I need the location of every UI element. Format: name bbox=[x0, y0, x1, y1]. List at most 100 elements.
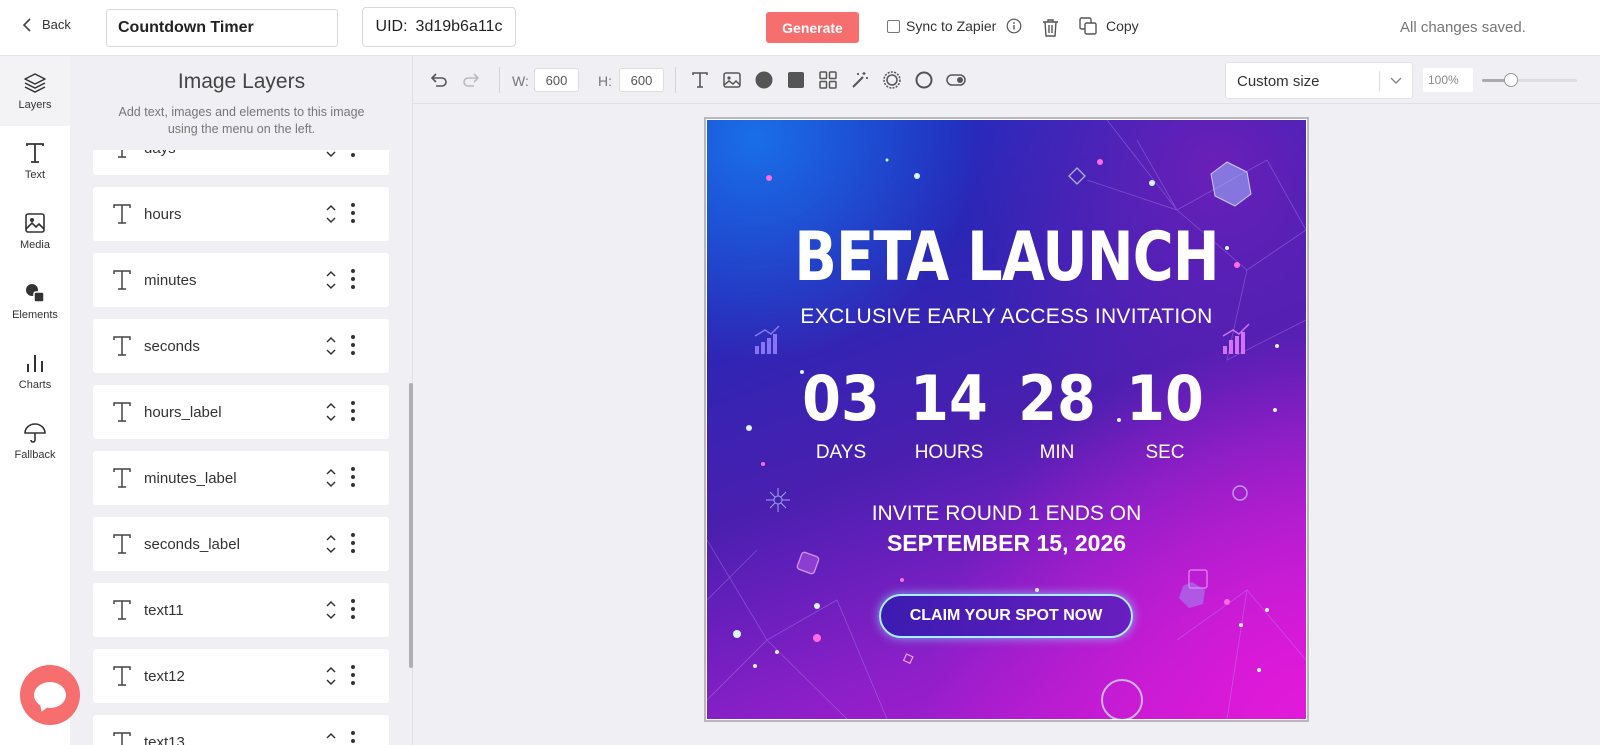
chat-support-button[interactable] bbox=[20, 665, 80, 725]
width-input[interactable]: 600 bbox=[534, 68, 579, 92]
reorder-arrows-icon[interactable] bbox=[325, 202, 337, 226]
countdown-days-value: 03 bbox=[802, 362, 880, 435]
more-options-icon[interactable] bbox=[350, 532, 356, 554]
layer-row[interactable]: seconds_label bbox=[93, 517, 389, 571]
text-icon bbox=[113, 534, 131, 554]
toggle-icon[interactable] bbox=[946, 70, 966, 90]
layer-row[interactable]: minutes_label bbox=[93, 451, 389, 505]
panel-title: Image Layers bbox=[177, 70, 306, 93]
sidebar-item-elements[interactable]: Elements bbox=[0, 266, 70, 336]
layer-name: seconds bbox=[144, 338, 200, 355]
more-options-icon[interactable] bbox=[350, 268, 356, 290]
zoom-slider-track[interactable] bbox=[1482, 79, 1577, 82]
add-circle-icon[interactable] bbox=[754, 70, 774, 90]
tool-sidebar: Layers Text Media Elements Charts Fallba… bbox=[0, 56, 70, 745]
layers-panel: Image Layers Add text, images and elemen… bbox=[70, 56, 413, 745]
text-icon bbox=[26, 143, 44, 163]
layers-scrollbar[interactable] bbox=[409, 383, 413, 668]
add-image-icon[interactable] bbox=[722, 70, 742, 90]
reorder-arrows-icon[interactable] bbox=[325, 400, 337, 424]
bar-chart-icon bbox=[27, 355, 43, 372]
reorder-arrows-icon[interactable] bbox=[325, 664, 337, 688]
uid-label: UID: bbox=[375, 18, 408, 35]
more-options-icon[interactable] bbox=[350, 150, 356, 158]
copy-icon bbox=[1079, 17, 1097, 35]
layer-row[interactable]: text11 bbox=[93, 583, 389, 637]
layer-row[interactable]: seconds bbox=[93, 319, 389, 373]
template-name-input[interactable]: Countdown Timer bbox=[106, 9, 338, 47]
reorder-arrows-icon[interactable] bbox=[325, 150, 337, 160]
sidebar-item-label: Elements bbox=[12, 309, 58, 321]
add-text-icon[interactable] bbox=[690, 70, 710, 90]
chevron-left-icon bbox=[22, 17, 31, 32]
sidebar-item-fallback[interactable]: Fallback bbox=[0, 406, 70, 476]
select-divider bbox=[1379, 71, 1380, 91]
reorder-arrows-icon[interactable] bbox=[325, 532, 337, 556]
more-options-icon[interactable] bbox=[350, 598, 356, 620]
sidebar-item-label: Text bbox=[24, 169, 46, 181]
layer-row[interactable]: hours bbox=[93, 187, 389, 241]
sidebar-item-label: Fallback bbox=[14, 449, 56, 461]
text-icon bbox=[113, 666, 131, 686]
layer-name: text13 bbox=[144, 734, 185, 745]
template-name-value: Countdown Timer bbox=[118, 19, 254, 36]
undo-icon[interactable] bbox=[429, 70, 449, 90]
sidebar-item-charts[interactable]: Charts bbox=[0, 336, 70, 406]
umbrella-icon bbox=[24, 423, 46, 443]
more-options-icon[interactable] bbox=[350, 730, 356, 745]
info-icon[interactable] bbox=[1006, 18, 1022, 34]
layer-row[interactable]: hours_label bbox=[93, 385, 389, 439]
text-icon bbox=[113, 336, 131, 356]
layer-list: days hours minutes seconds hours_label bbox=[93, 150, 389, 745]
reorder-arrows-icon[interactable] bbox=[325, 334, 337, 358]
layer-row[interactable]: minutes bbox=[93, 253, 389, 307]
sidebar-item-layers[interactable]: Layers bbox=[0, 56, 70, 126]
reorder-arrows-icon[interactable] bbox=[325, 730, 337, 745]
more-options-icon[interactable] bbox=[350, 334, 356, 356]
more-options-icon[interactable] bbox=[350, 400, 356, 422]
sidebar-item-text[interactable]: Text bbox=[0, 126, 70, 196]
height-input[interactable]: 600 bbox=[619, 68, 664, 92]
layers-icon bbox=[24, 73, 46, 93]
uid-value: 3d19b6a11c bbox=[415, 18, 503, 35]
save-status: All changes saved. bbox=[1400, 19, 1526, 36]
reorder-arrows-icon[interactable] bbox=[325, 598, 337, 622]
layer-row[interactable]: text13 bbox=[93, 715, 389, 745]
add-grid-icon[interactable] bbox=[818, 70, 838, 90]
sync-label: Sync to Zapier bbox=[906, 18, 997, 34]
trash-icon[interactable] bbox=[1042, 18, 1059, 37]
generate-button[interactable]: Generate bbox=[766, 12, 859, 43]
size-preset-select[interactable]: Custom size bbox=[1225, 62, 1413, 99]
magic-wand-icon[interactable] bbox=[850, 70, 870, 90]
back-button[interactable]: Back bbox=[22, 17, 71, 32]
layer-name: text12 bbox=[144, 668, 185, 685]
design-canvas[interactable]: BETA LAUNCH EXCLUSIVE EARLY ACCESS INVIT… bbox=[704, 117, 1309, 722]
layer-row[interactable]: days bbox=[93, 150, 389, 175]
toolbar-divider bbox=[675, 67, 676, 93]
countdown-hours-label: HOURS bbox=[914, 442, 984, 463]
uid-display[interactable]: UID: 3d19b6a11c bbox=[362, 7, 516, 47]
reorder-arrows-icon[interactable] bbox=[325, 466, 337, 490]
countdown-days-label: DAYS bbox=[815, 442, 867, 463]
layer-row[interactable]: text12 bbox=[93, 649, 389, 703]
sync-to-zapier-toggle[interactable]: Sync to Zapier bbox=[887, 18, 1022, 34]
more-options-icon[interactable] bbox=[350, 466, 356, 488]
layer-name: text11 bbox=[144, 602, 184, 619]
size-preset-value: Custom size bbox=[1237, 73, 1320, 90]
zoom-slider-handle[interactable] bbox=[1503, 73, 1518, 87]
countdown-hours-value: 14 bbox=[910, 362, 988, 435]
add-ring-icon[interactable] bbox=[914, 70, 934, 90]
add-rectangle-icon[interactable] bbox=[786, 70, 806, 90]
copy-button[interactable]: Copy bbox=[1079, 17, 1139, 35]
text-icon bbox=[113, 468, 131, 488]
sidebar-item-media[interactable]: Media bbox=[0, 196, 70, 266]
poster-image: BETA LAUNCH EXCLUSIVE EARLY ACCESS INVIT… bbox=[707, 120, 1306, 719]
sidebar-item-label: Charts bbox=[18, 379, 52, 391]
badge-icon[interactable] bbox=[882, 70, 902, 90]
more-options-icon[interactable] bbox=[350, 202, 356, 224]
reorder-arrows-icon[interactable] bbox=[325, 268, 337, 292]
more-options-icon[interactable] bbox=[350, 664, 356, 686]
zoom-level[interactable]: 100% bbox=[1423, 68, 1473, 92]
redo-icon[interactable] bbox=[461, 70, 481, 90]
sync-checkbox[interactable] bbox=[887, 19, 900, 33]
